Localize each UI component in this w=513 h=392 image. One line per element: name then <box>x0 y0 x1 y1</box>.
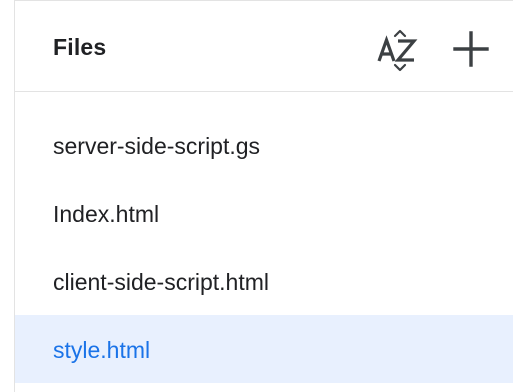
file-item-client-side-script[interactable]: client-side-script.html <box>15 247 513 315</box>
file-item-style[interactable]: style.html <box>15 315 513 383</box>
plus-icon <box>453 31 489 67</box>
file-item-label: Index.html <box>53 201 160 227</box>
file-item-index[interactable]: Index.html <box>15 179 513 247</box>
file-item-label: style.html <box>53 337 151 363</box>
files-header: Files <box>15 1 513 92</box>
files-panel: Files server-side-script.gs Index.html c… <box>14 0 513 392</box>
file-item-server-side-script[interactable]: server-side-script.gs <box>15 111 513 179</box>
file-item-label: client-side-script.html <box>53 269 269 295</box>
files-title: Files <box>53 34 107 60</box>
add-file-button[interactable] <box>449 27 493 71</box>
file-list: server-side-script.gs Index.html client-… <box>15 111 513 383</box>
sort-az-icon <box>377 29 418 72</box>
sort-button[interactable] <box>375 23 425 73</box>
file-item-label: server-side-script.gs <box>53 133 261 159</box>
